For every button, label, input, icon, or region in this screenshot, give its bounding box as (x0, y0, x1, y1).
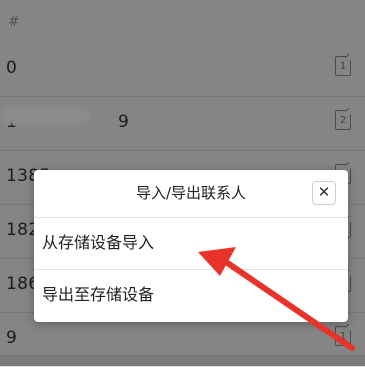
import-export-dialog: 导入/导出联系人 ✕ 从存储设备导入 导出至存储设备 (34, 170, 348, 322)
dialog-title: 导入/导出联系人 (135, 184, 247, 202)
import-from-storage-option[interactable]: 从存储设备导入 (34, 218, 348, 268)
export-to-storage-option[interactable]: 导出至存储设备 (34, 270, 348, 320)
close-icon[interactable]: ✕ (312, 181, 336, 205)
